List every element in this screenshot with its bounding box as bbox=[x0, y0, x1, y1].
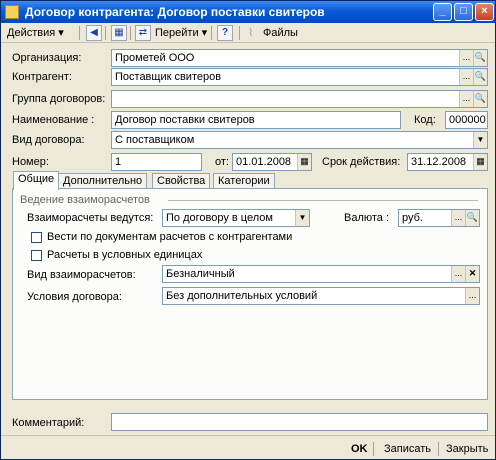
open-icon[interactable]: 🔍 bbox=[473, 91, 487, 107]
actions-menu[interactable]: Действия ▾ bbox=[7, 25, 64, 41]
section-divider bbox=[168, 200, 478, 201]
conditional-units-checkbox[interactable] bbox=[31, 250, 42, 261]
payment-type-field[interactable]: Безналичный ... ✕ bbox=[162, 265, 480, 283]
toolbar-separator bbox=[211, 26, 212, 40]
contract-type-select[interactable]: С поставщиком ▼ bbox=[111, 131, 488, 149]
code-field[interactable]: 000000 bbox=[445, 111, 488, 129]
organization-value: Прометей ООО bbox=[115, 52, 195, 64]
select-button[interactable]: ... bbox=[451, 210, 465, 226]
section-title: Ведение взаиморасчетов bbox=[20, 194, 150, 206]
from-label: от: bbox=[215, 156, 229, 168]
footer-divider bbox=[1, 435, 495, 436]
number-value: 1 bbox=[115, 156, 122, 168]
tab-general[interactable]: Общие bbox=[13, 171, 60, 190]
name-label: Наименование : bbox=[12, 114, 95, 126]
contract-group-field[interactable]: ... 🔍 bbox=[111, 90, 488, 108]
docs-checkbox-label: Вести по документам расчетов с контраген… bbox=[47, 231, 293, 243]
name-field[interactable]: Договор поставки свитеров bbox=[111, 111, 401, 129]
validity-field[interactable]: 31.12.2008 ▦ bbox=[407, 153, 488, 171]
maximize-button[interactable]: □ bbox=[454, 3, 473, 21]
open-icon[interactable]: 🔍 bbox=[473, 50, 487, 66]
caret-down-icon: ▾ bbox=[201, 27, 208, 39]
chevron-down-icon[interactable]: ▼ bbox=[473, 132, 487, 148]
move-left-icon[interactable]: ◀ bbox=[86, 25, 102, 41]
settlements-value: По договору в целом bbox=[166, 212, 273, 224]
clear-icon[interactable]: ✕ bbox=[465, 266, 479, 282]
date-field[interactable]: 01.01.2008 ▦ bbox=[232, 153, 312, 171]
number-field[interactable]: 1 bbox=[111, 153, 202, 171]
date-value: 01.01.2008 bbox=[236, 156, 292, 168]
conditional-units-label: Расчеты в условных единицах bbox=[47, 249, 203, 261]
structure-icon[interactable]: ▦ bbox=[111, 25, 127, 41]
tab-categories[interactable]: Категории bbox=[213, 173, 275, 189]
select-button[interactable]: ... bbox=[459, 69, 473, 85]
tab-additional[interactable]: Дополнительно bbox=[58, 173, 148, 189]
toolbar-separator bbox=[130, 26, 131, 40]
currency-label: Валюта : bbox=[344, 212, 390, 224]
payment-type-value: Безналичный bbox=[166, 268, 235, 280]
help-button[interactable]: ? bbox=[217, 25, 233, 41]
goto-menu-label: Перейти bbox=[155, 27, 199, 39]
title-bar[interactable]: Договор контрагента: Договор поставки св… bbox=[1, 1, 495, 23]
toolbar: Действия ▾ ◀ ▦ ⇄ Перейти ▾ ? ⌇ Файлы bbox=[1, 23, 495, 43]
organization-label: Организация: bbox=[12, 52, 82, 64]
caret-down-icon: ▾ bbox=[58, 27, 64, 39]
currency-field[interactable]: руб. ... 🔍 bbox=[398, 209, 480, 227]
code-label: Код: bbox=[414, 114, 436, 126]
contract-window: Договор контрагента: Договор поставки св… bbox=[0, 0, 496, 460]
settlements-label: Взаиморасчеты ведутся: bbox=[27, 212, 154, 224]
counterparty-value: Поставщик свитеров bbox=[115, 71, 222, 83]
validity-value: 31.12.2008 bbox=[411, 156, 467, 168]
select-button[interactable]: ... bbox=[459, 50, 473, 66]
contract-type-value: С поставщиком bbox=[115, 134, 195, 146]
validity-label: Срок действия: bbox=[322, 156, 401, 168]
open-icon[interactable]: 🔍 bbox=[473, 69, 487, 85]
goto-menu[interactable]: Перейти ▾ bbox=[155, 25, 207, 41]
minimize-button[interactable]: _ bbox=[433, 3, 452, 21]
calendar-icon[interactable]: ▦ bbox=[473, 154, 487, 170]
counterparty-field[interactable]: Поставщик свитеров ... 🔍 bbox=[111, 68, 488, 86]
toolbar-separator bbox=[79, 26, 80, 40]
document-icon bbox=[5, 5, 19, 19]
save-button[interactable]: Записать bbox=[384, 441, 431, 457]
docs-checkbox[interactable] bbox=[31, 232, 42, 243]
general-tab-panel: Ведение взаиморасчетов Взаиморасчеты вед… bbox=[12, 188, 488, 400]
footer-separator bbox=[373, 442, 374, 456]
conditions-value: Без дополнительных условий bbox=[166, 290, 318, 302]
comment-label: Комментарий: bbox=[12, 417, 85, 429]
close-button[interactable]: Закрыть bbox=[446, 441, 488, 457]
paperclip-icon: ⌇ bbox=[248, 27, 254, 39]
toolbar-separator bbox=[105, 26, 106, 40]
comment-field[interactable] bbox=[111, 413, 488, 431]
contract-type-label: Вид договора: bbox=[12, 134, 85, 146]
files-button[interactable]: Файлы bbox=[263, 25, 298, 41]
chevron-down-icon[interactable]: ▼ bbox=[295, 210, 309, 226]
counterparty-label: Контрагент: bbox=[12, 71, 72, 83]
tab-properties[interactable]: Свойства bbox=[152, 173, 211, 189]
number-label: Номер: bbox=[12, 156, 49, 168]
conditions-field[interactable]: Без дополнительных условий ... bbox=[162, 287, 480, 305]
organization-field[interactable]: Прометей ООО ... 🔍 bbox=[111, 49, 488, 67]
payment-type-label: Вид взаиморасчетов: bbox=[27, 269, 136, 281]
related-docs-icon[interactable]: ⇄ bbox=[135, 25, 151, 41]
actions-menu-label: Действия bbox=[7, 27, 56, 39]
settlements-select[interactable]: По договору в целом ▼ bbox=[162, 209, 310, 227]
name-value: Договор поставки свитеров bbox=[115, 114, 255, 126]
ok-button[interactable]: OK bbox=[351, 441, 368, 457]
conditions-label: Условия договора: bbox=[27, 291, 122, 303]
select-button[interactable]: ... bbox=[459, 91, 473, 107]
contract-group-label: Группа договоров: bbox=[12, 93, 106, 105]
code-value: 000000 bbox=[449, 114, 486, 126]
calendar-icon[interactable]: ▦ bbox=[297, 154, 311, 170]
open-icon[interactable]: 🔍 bbox=[465, 210, 479, 226]
select-button[interactable]: ... bbox=[465, 288, 479, 304]
close-window-button[interactable]: × bbox=[475, 3, 494, 21]
footer-separator bbox=[438, 442, 439, 456]
currency-value: руб. bbox=[402, 212, 423, 224]
select-button[interactable]: ... bbox=[451, 266, 465, 282]
window-title: Договор контрагента: Договор поставки св… bbox=[25, 5, 325, 19]
toolbar-separator bbox=[239, 26, 240, 40]
